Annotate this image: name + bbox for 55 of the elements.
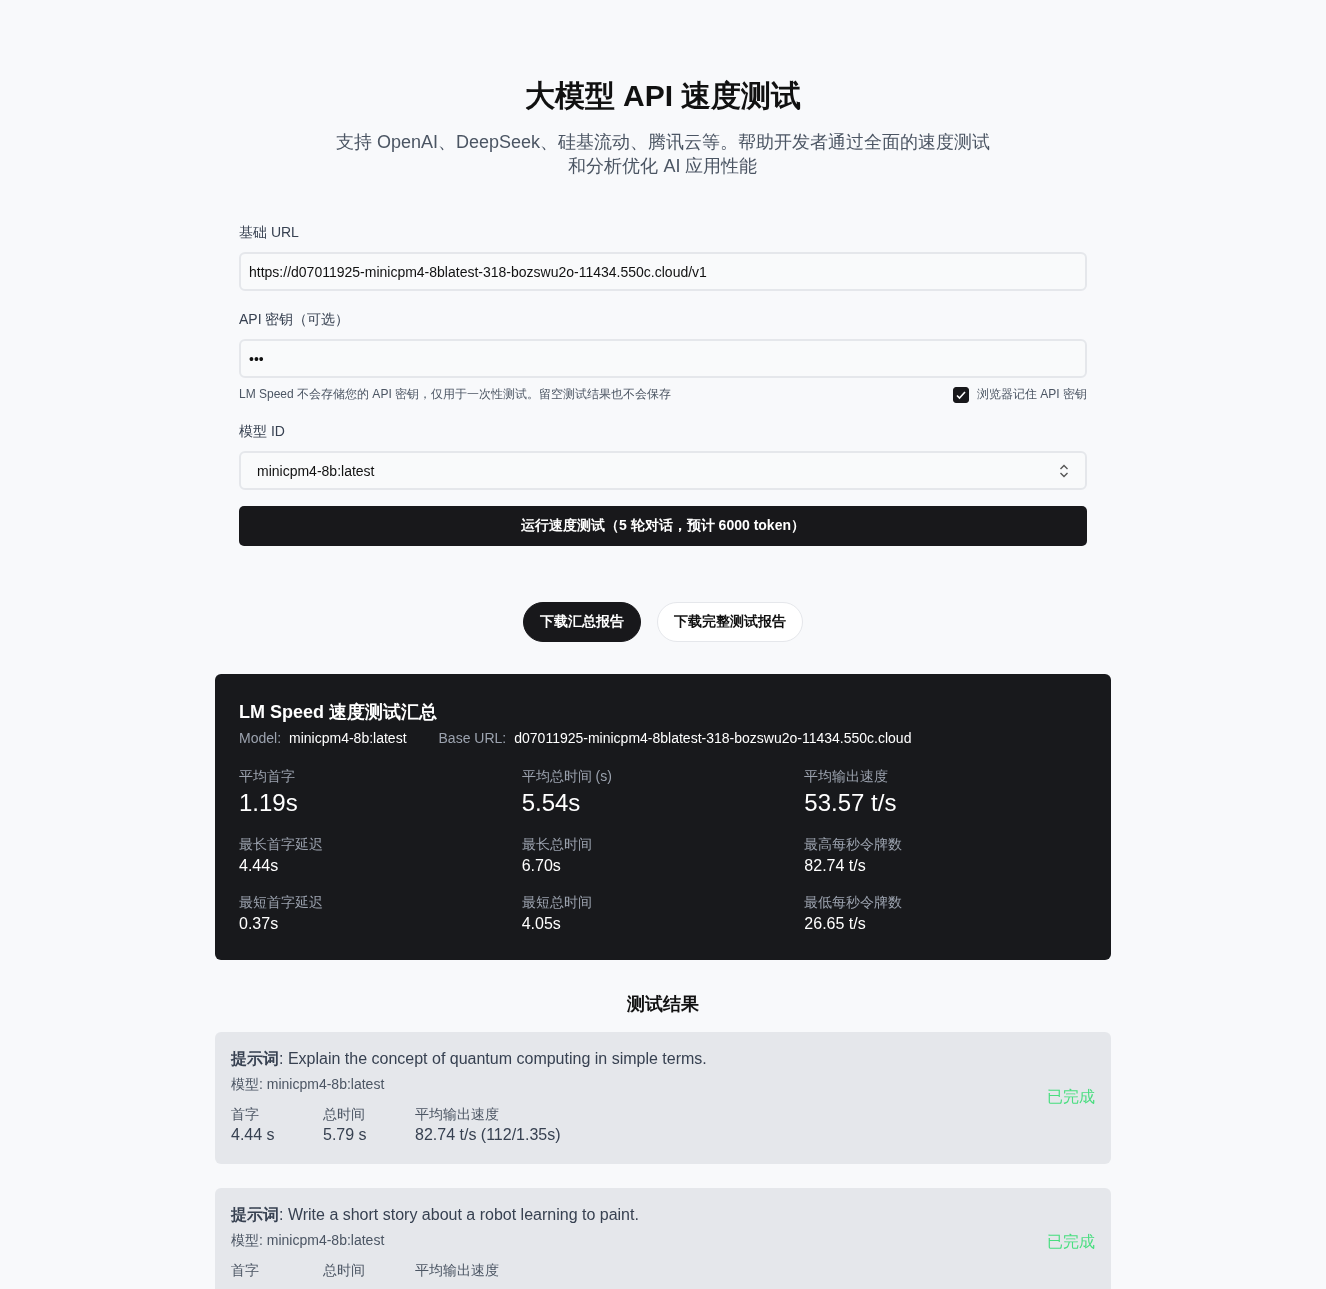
metric-value: 4.44 s	[231, 1125, 276, 1145]
prompt-text: 提示词: Explain the concept of quantum computing in simple terms.	[231, 1049, 707, 1069]
stat-label: 最长总时间	[521, 835, 593, 854]
meta-value: d07011925-minicpm4-8blatest-318-bozswu2o-11434.550c.cloud	[514, 730, 912, 746]
metric-label: 首字	[231, 1105, 260, 1124]
stat-label: 最短总时间	[521, 893, 593, 912]
meta-label: Base URL:	[438, 730, 507, 746]
stat-label: 平均输出速度	[804, 767, 890, 786]
stat-value: 53.57 t/s	[804, 788, 898, 818]
model-text: 模型: minicpm4-8b:latest	[231, 1232, 386, 1250]
metric-label: 平均输出速度	[415, 1261, 499, 1280]
stat-label: 平均总时间 (s)	[521, 767, 613, 786]
stat-value: 0.37s	[239, 914, 280, 934]
metric-label: 首字	[231, 1261, 260, 1280]
page-title: 大模型 API 速度测试	[524, 78, 802, 114]
checkbox[interactable]	[953, 386, 969, 403]
section-title: 测试结果	[627, 993, 699, 1016]
stat-value: 5.54s	[521, 788, 582, 818]
metric-label: 平均输出速度	[415, 1105, 500, 1124]
summary-title: LM Speed 速度测试汇总	[239, 701, 438, 724]
stat-value: 4.44s	[239, 856, 280, 876]
download-button[interactable]: 下载汇总报告	[523, 602, 641, 642]
prompt-text: 提示词: Write a short story about a robot learning to paint.	[231, 1205, 639, 1225]
metric-value: 5.79 s	[323, 1125, 368, 1145]
metric-value: 82.74 t/s (112/1.35s)	[415, 1125, 561, 1145]
metric-label: 总时间	[323, 1105, 366, 1124]
model-select[interactable]: minicpm4-8b:latest	[239, 451, 1087, 490]
stat-label: 最高每秒令牌数	[804, 835, 904, 854]
stat-value: 1.19s	[239, 788, 299, 818]
stat-value: 82.74 t/s	[804, 856, 867, 876]
meta-value: minicpm4-8b:latest	[289, 730, 407, 746]
field-label: 基础 URL	[239, 223, 300, 242]
hint-text: LM Speed 不会存储您的 API 密钥，仅用于一次性测试。留空测试结果也不会保存	[239, 386, 672, 403]
checkbox-label: 浏览器记住 API 密钥	[977, 386, 1087, 403]
stat-label: 平均首字	[239, 767, 296, 786]
meta-label: Model:	[239, 730, 282, 746]
subtitle: 支持 OpenAI、DeepSeek、硅基流动、腾讯云等。帮助开发者通过全面的速度测试	[335, 131, 991, 154]
status-text: 已完成	[1047, 1086, 1095, 1107]
subtitle: 和分析优化 AI 应用性能	[568, 155, 758, 178]
stat-value: 6.70s	[521, 856, 562, 876]
chevron-icon	[1059, 463, 1069, 478]
field-label: API 密钥（可选）	[239, 310, 351, 329]
stat-label: 最长首字延迟	[239, 835, 324, 854]
api-key-field[interactable]: •••	[239, 339, 1087, 378]
run-test-button[interactable]: 运行速度测试（5 轮对话，预计 6000 token）	[239, 506, 1087, 546]
metric-label: 总时间	[323, 1261, 366, 1280]
status-text: 已完成	[1047, 1231, 1095, 1252]
model-text: 模型: minicpm4-8b:latest	[231, 1076, 386, 1094]
url-field[interactable]: https://d07011925-minicpm4-8blatest-318-bozswu2o-11434.550c.cloud/v1	[239, 252, 1087, 291]
stat-value: 4.05s	[521, 914, 562, 934]
field-label: 模型 ID	[239, 422, 286, 441]
stat-label: 最短首字延迟	[239, 893, 324, 912]
download-button[interactable]: 下载完整测试报告	[657, 602, 803, 642]
stat-value: 26.65 t/s	[804, 914, 867, 934]
stat-label: 最低每秒令牌数	[804, 893, 904, 912]
